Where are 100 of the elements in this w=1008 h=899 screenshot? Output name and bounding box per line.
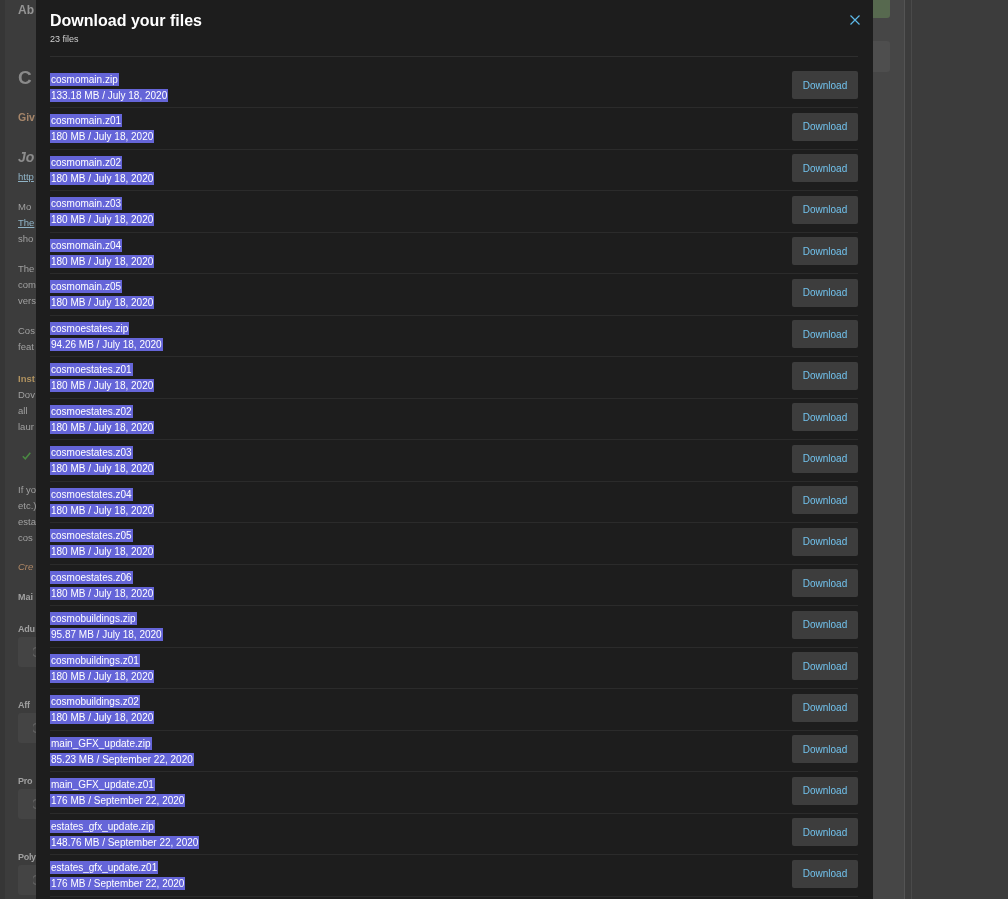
file-name: cosmomain.zip: [50, 72, 119, 86]
file-name: cosmoestates.z03: [50, 446, 133, 459]
file-details: 180 MB / July 18, 2020: [50, 503, 155, 517]
file-name: main_GFX_update.z01: [50, 778, 155, 791]
field-label: Adu: [18, 623, 35, 636]
dialog-title: Download your files: [50, 11, 202, 31]
download-button[interactable]: Download: [792, 859, 858, 888]
file-details: 180 MB / July 18, 2020: [50, 586, 155, 600]
download-button[interactable]: Download: [792, 112, 858, 141]
paragraph-text: feat: [18, 340, 34, 354]
download-button[interactable]: Download: [792, 71, 858, 99]
paragraph-text: all: [18, 404, 28, 418]
file-details: 94.26 MB / July 18, 2020: [50, 337, 163, 351]
file-details: 180 MB / July 18, 2020: [50, 296, 155, 309]
file-name: cosmobuildings.z02: [50, 695, 140, 708]
file-name: cosmoestates.z06: [50, 570, 133, 584]
arc-icon: [33, 875, 36, 885]
input-field[interactable]: [18, 713, 36, 743]
download-button[interactable]: Download: [792, 486, 858, 514]
file-details: 95.87 MB / July 18, 2020: [50, 628, 163, 641]
file-name: cosmomain.z04: [50, 238, 123, 252]
download-button[interactable]: Download: [792, 652, 858, 680]
download-button[interactable]: Download: [792, 361, 858, 390]
check-icon: [22, 452, 31, 460]
input-field[interactable]: [18, 789, 36, 819]
file-name: cosmoestates.z01: [50, 363, 133, 376]
text-link[interactable]: The: [18, 215, 35, 231]
file-name: cosmoestates.z04: [50, 487, 133, 501]
section-heading: Inst: [18, 372, 35, 386]
file-details: 176 MB / September 22, 2020: [50, 877, 186, 890]
file-details: 180 MB / July 18, 2020: [50, 545, 155, 558]
file-name: estates_gfx_update.zip: [50, 819, 155, 833]
page-subtitle: Giv: [18, 110, 35, 125]
download-button[interactable]: Download: [792, 610, 858, 639]
arc-icon: [33, 799, 36, 809]
download-button[interactable]: Download: [792, 403, 858, 431]
page-heading: Ab: [18, 2, 34, 19]
note-text: Cre: [18, 560, 34, 574]
paragraph-text: cos: [18, 531, 33, 545]
file-name: cosmobuildings.z01: [50, 653, 140, 667]
paragraph-text: Cos: [18, 324, 35, 338]
file-details: 180 MB / July 18, 2020: [50, 711, 155, 724]
file-name: cosmoestates.zip: [50, 321, 130, 335]
file-details: 85.23 MB / September 22, 2020: [50, 752, 194, 766]
field-label: Poly: [18, 851, 36, 864]
file-name: cosmomain.z03: [50, 197, 123, 210]
download-button[interactable]: Download: [792, 776, 858, 805]
file-name: cosmoestates.z02: [50, 404, 133, 418]
download-button[interactable]: Download: [792, 527, 858, 556]
download-button[interactable]: Download: [792, 569, 858, 597]
field-label: Pro: [18, 775, 33, 788]
download-button[interactable]: Download: [792, 278, 858, 307]
file-name: estates_gfx_update.z01: [50, 861, 159, 874]
text-link[interactable]: http: [18, 169, 34, 185]
file-details: 133.18 MB / July 18, 2020: [50, 88, 169, 102]
file-name: cosmobuildings.zip: [50, 612, 137, 625]
input-field[interactable]: [18, 865, 36, 895]
close-button[interactable]: [850, 15, 860, 25]
input-field[interactable]: [18, 637, 36, 667]
download-button[interactable]: Download: [792, 693, 858, 722]
close-icon: [850, 15, 860, 25]
file-details: 176 MB / September 22, 2020: [50, 794, 186, 807]
paragraph-text: Mo: [18, 200, 32, 214]
paragraph-text: If yo: [18, 483, 36, 497]
file-details: 180 MB / July 18, 2020: [50, 130, 155, 143]
italic-heading: Jo: [18, 148, 35, 167]
field-label: Aff: [18, 699, 30, 712]
file-name: cosmoestates.z05: [50, 529, 133, 542]
page-title: C: [18, 66, 32, 90]
arc-icon: [33, 723, 36, 733]
paragraph-text: esta: [18, 515, 36, 529]
paragraph-text: etc.): [18, 499, 37, 513]
file-count: 23 files: [50, 33, 79, 45]
file-details: 180 MB / July 18, 2020: [50, 213, 155, 226]
file-details: 180 MB / July 18, 2020: [50, 669, 155, 683]
panel-button[interactable]: [873, 41, 890, 72]
file-details: 180 MB / July 18, 2020: [50, 171, 155, 185]
paragraph-text: sho: [18, 232, 34, 246]
group-label: Mai: [18, 591, 33, 604]
download-button[interactable]: Download: [792, 237, 858, 265]
paragraph-text: Dov: [18, 388, 35, 402]
file-name: cosmomain.z01: [50, 114, 123, 127]
file-details: 148.76 MB / September 22, 2020: [50, 835, 200, 849]
download-button[interactable]: Download: [792, 444, 858, 473]
download-button[interactable]: Download: [792, 735, 858, 763]
paragraph-text: laur: [18, 420, 34, 434]
action-button[interactable]: [873, 0, 890, 18]
file-name: cosmomain.z05: [50, 280, 123, 293]
download-button[interactable]: Download: [792, 320, 858, 348]
file-name: cosmomain.z02: [50, 155, 123, 169]
file-details: 180 MB / July 18, 2020: [50, 462, 155, 475]
paragraph-text: The: [18, 262, 35, 276]
download-button[interactable]: Download: [792, 818, 858, 846]
paragraph-text: com: [18, 278, 36, 292]
paragraph-text: vers: [18, 294, 36, 308]
file-name: main_GFX_update.zip: [50, 736, 152, 750]
file-details: 180 MB / July 18, 2020: [50, 379, 155, 392]
download-button[interactable]: Download: [792, 195, 858, 224]
download-button[interactable]: Download: [792, 154, 858, 182]
arc-icon: [33, 647, 36, 657]
